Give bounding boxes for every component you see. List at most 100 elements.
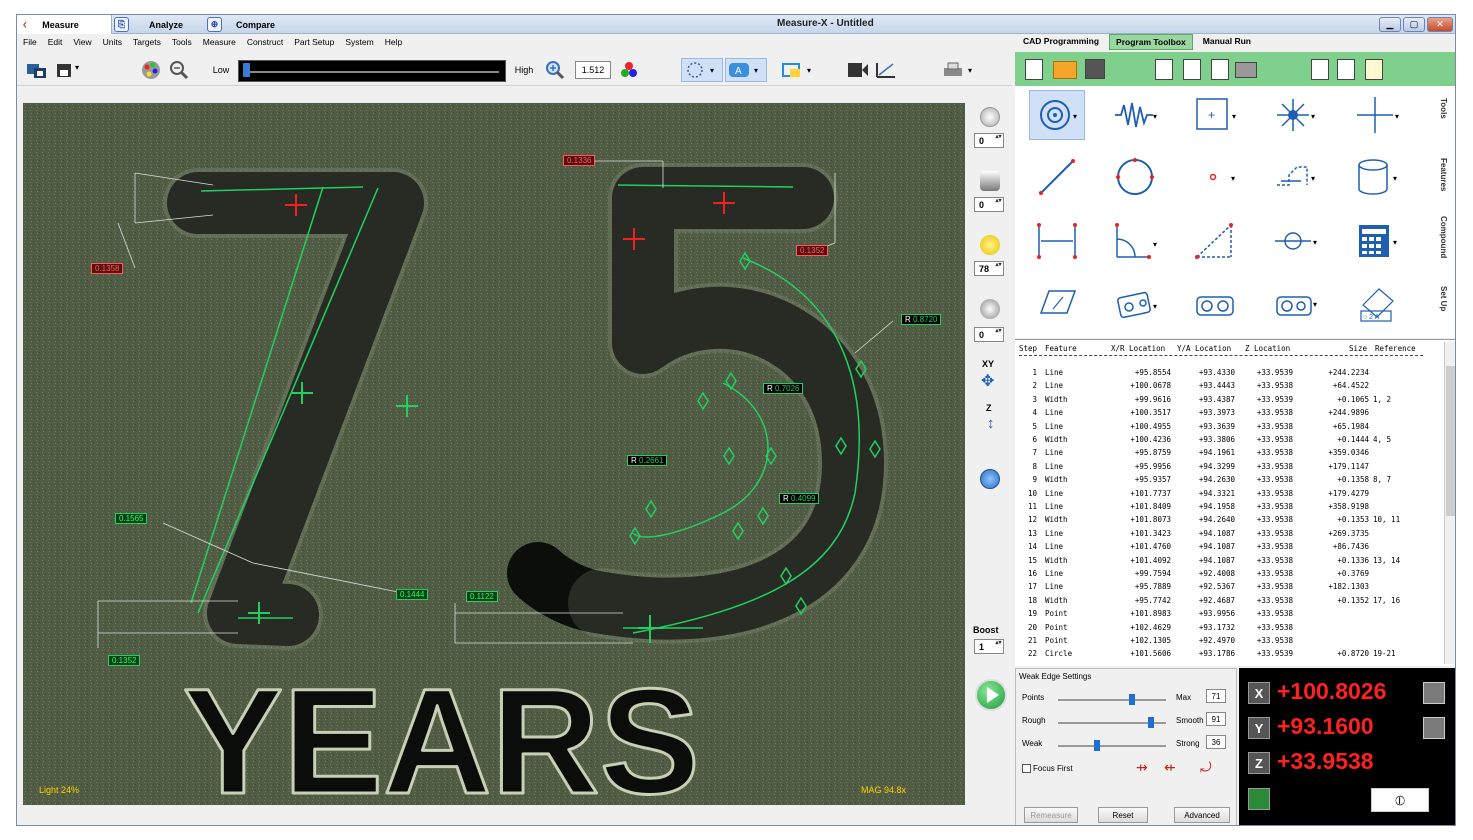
xy-move-icon[interactable]: ✥	[981, 371, 994, 391]
table-row[interactable]: 11 Line +101.8409 +94.1958 +33.9538 +358.9198	[1015, 502, 1445, 515]
open-image-icon[interactable]	[25, 60, 49, 80]
table-row[interactable]: 6 Width +100.4236 +93.3806 +33.9538 +0.1444 4,…	[1015, 435, 1445, 448]
plane-setup-icon[interactable]	[1029, 278, 1085, 328]
waveform-tool-icon[interactable]: ▾	[1107, 90, 1163, 140]
edge-reverse-icon[interactable]: ⤾	[1200, 759, 1212, 776]
menu-part-setup[interactable]: Part Setup	[294, 37, 334, 47]
table-row[interactable]: 17 Line +95.7889 +92.5367 +33.9538 +182.1303	[1015, 582, 1445, 595]
measurement-label[interactable]: 0.1352	[108, 655, 141, 666]
report-3-icon[interactable]	[1211, 59, 1229, 80]
menu-tools[interactable]: Tools	[172, 37, 192, 47]
crop-tool-icon[interactable]: ▾	[779, 60, 819, 80]
tab-analyze[interactable]: ⎘ Analyze	[114, 15, 183, 34]
menu-view[interactable]: View	[73, 37, 91, 47]
rgb-channels-icon[interactable]	[617, 60, 641, 80]
tab-measure[interactable]: ᚲ Measure	[17, 15, 112, 34]
circle-feature-icon[interactable]	[1107, 152, 1163, 202]
close-button[interactable]: ✕	[1427, 17, 1453, 32]
probe-icon[interactable]: ⦶	[1371, 788, 1429, 812]
table-row[interactable]: 21 Point +102.1305 +92.4970 +33.9538	[1015, 636, 1445, 649]
step-list[interactable]: Step Feature X/R Location Y/A Location Z…	[1015, 339, 1455, 666]
tab-program-toolbox[interactable]: Program Toolbox	[1109, 34, 1193, 50]
table-row[interactable]: 13 Line +101.3423 +94.1087 +33.9538 +269.3735	[1015, 529, 1445, 542]
table-row[interactable]: 22 Circle +101.5606 +93.1786 +33.9539 +0.8720…	[1015, 649, 1445, 662]
table-row[interactable]: 14 Line +101.4760 +94.1087 +33.9538 +86.7436	[1015, 542, 1445, 555]
measurement-label[interactable]: R 0.7026	[763, 383, 804, 394]
table-row[interactable]: 19 Point +101.8983 +93.9956 +33.9538	[1015, 609, 1445, 622]
open-program-icon[interactable]	[1053, 61, 1077, 79]
table-row[interactable]: 1 Line +95.8554 +93.4330 +33.9539 +244.2234	[1015, 368, 1445, 381]
bulb-light-icon[interactable]	[980, 235, 1000, 255]
tab-manual-run[interactable]: Manual Run	[1197, 34, 1257, 50]
table-row[interactable]: 15 Width +101.4092 +94.1087 +33.9538 +0.1336 1…	[1015, 556, 1445, 569]
box-tool-icon[interactable]: + ▾	[1187, 90, 1243, 140]
menu-edit[interactable]: Edit	[48, 37, 63, 47]
calculator-compound-icon[interactable]: ▾	[1349, 216, 1405, 266]
menu-file[interactable]: File	[23, 37, 37, 47]
points-slider-knob[interactable]	[1129, 694, 1136, 705]
weak-slider-knob[interactable]	[1093, 740, 1100, 751]
ring-light-icon[interactable]	[980, 107, 1000, 127]
table-row[interactable]: 12 Width +101.8073 +94.2640 +33.9538 +0.1353 1…	[1015, 515, 1445, 528]
measurement-label[interactable]: 0.1358	[91, 263, 124, 274]
table-row[interactable]: 16 Line +99.7594 +92.4008 +33.9538 +0.3769	[1015, 569, 1445, 582]
zoom-out-icon[interactable]	[167, 60, 191, 80]
auto-edge-tool-icon[interactable]: ▾	[1029, 90, 1085, 140]
menu-help[interactable]: Help	[385, 37, 402, 47]
z-move-icon[interactable]: ↕	[987, 415, 995, 432]
scrollbar-thumb[interactable]	[1446, 366, 1455, 516]
measurement-label[interactable]: R 0.8720	[901, 314, 942, 325]
new-program-icon[interactable]	[1025, 59, 1043, 80]
intersect-compound-icon[interactable]: ▾	[1267, 216, 1323, 266]
light-slider[interactable]	[238, 60, 506, 82]
measurement-label[interactable]: R 0.4099	[779, 493, 820, 504]
focus-first-checkbox[interactable]	[1022, 764, 1031, 773]
measurement-label[interactable]: 0.1336	[563, 155, 596, 166]
print-report-icon[interactable]	[1235, 62, 1257, 78]
part-align-setup-icon[interactable]: ▾	[1107, 278, 1163, 328]
skew-setup-icon[interactable]	[1187, 278, 1243, 328]
y-zero-icon[interactable]	[1423, 717, 1445, 739]
table-row[interactable]: 3 Width +99.9616 +93.4387 +33.9539 +0.1065 1, …	[1015, 395, 1445, 408]
starburst-tool-icon[interactable]: ▾	[1267, 90, 1323, 140]
step-list-scrollbar[interactable]	[1444, 342, 1455, 664]
measurement-label[interactable]: 0.1122	[466, 591, 498, 602]
table-row[interactable]: 9 Width +95.9357 +94.2630 +33.9538 +0.1358 8, …	[1015, 475, 1445, 488]
weak-slider[interactable]	[1058, 740, 1166, 751]
report-icon[interactable]	[1155, 59, 1173, 80]
color-palette-icon[interactable]	[139, 60, 163, 80]
locate-icon[interactable]	[1248, 788, 1270, 810]
crosshair-tool-icon[interactable]: ▾	[1349, 90, 1405, 140]
measurement-label[interactable]: 0.1444	[396, 589, 429, 600]
back-light-spinner[interactable]: 0	[974, 327, 1004, 342]
y-axis-button[interactable]: Y	[1248, 717, 1270, 739]
measurement-label[interactable]: R 0.2661	[627, 455, 668, 466]
measurement-label[interactable]: 0.1352	[796, 245, 829, 256]
datum-setup-icon[interactable]: ▾	[1267, 278, 1323, 328]
x-zero-icon[interactable]	[1423, 682, 1445, 704]
cylinder-feature-icon[interactable]: ▾	[1349, 152, 1405, 202]
report-2-icon[interactable]	[1183, 59, 1201, 80]
rough-slider-knob[interactable]	[1147, 717, 1154, 728]
measurement-label[interactable]: 0.1565	[115, 513, 148, 524]
tab-cad-programming[interactable]: CAD Programming	[1017, 34, 1105, 50]
bulb-light-spinner[interactable]: 78	[974, 261, 1004, 276]
point-feature-icon[interactable]: ▾	[1187, 152, 1243, 202]
menu-units[interactable]: Units	[103, 37, 122, 47]
zoom-in-icon[interactable]	[543, 60, 567, 80]
angle-compound-icon[interactable]: ▾	[1107, 216, 1163, 266]
edge-detect-tool-icon[interactable]: ▾	[681, 58, 723, 82]
menu-system[interactable]: System	[345, 37, 373, 47]
menu-construct[interactable]: Construct	[247, 37, 283, 47]
print-icon[interactable]: ▾	[939, 60, 979, 80]
z-axis-button[interactable]: Z	[1248, 752, 1270, 774]
advanced-button[interactable]: Advanced	[1174, 807, 1230, 823]
profile-feature-icon[interactable]: ▾	[1267, 152, 1323, 202]
ring-light-spinner[interactable]: 0	[974, 133, 1004, 148]
table-row[interactable]: 7 Line +95.8759 +94.1961 +33.9538 +359.0346	[1015, 448, 1445, 461]
edit-step-icon[interactable]	[1365, 59, 1383, 80]
focus-first-option[interactable]: Focus First	[1022, 764, 1073, 773]
save-image-icon[interactable]: ▾	[55, 60, 85, 80]
maximize-button[interactable]: ▢	[1403, 17, 1425, 32]
reset-button[interactable]: Reset	[1098, 807, 1148, 823]
